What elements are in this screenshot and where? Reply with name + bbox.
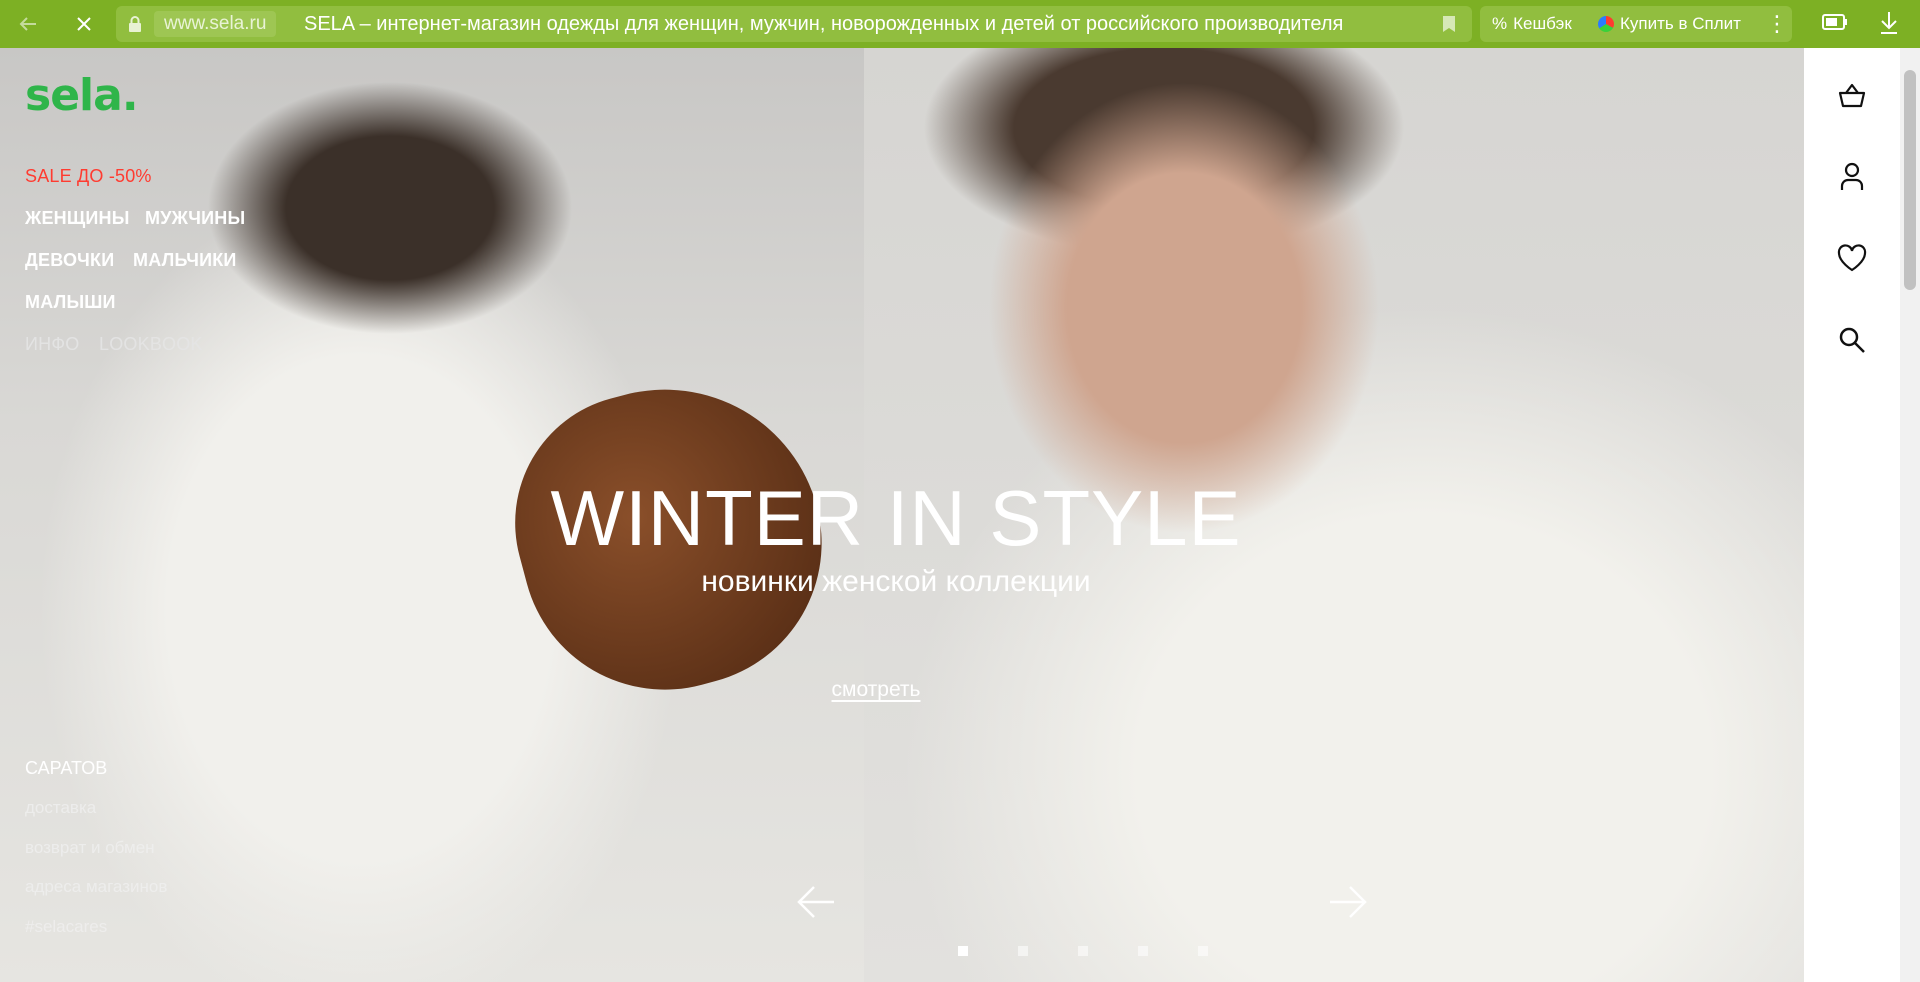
hero-subheadline: новинки женской коллекции	[701, 565, 1091, 598]
carousel-next-arrow-icon[interactable]	[1328, 884, 1368, 920]
stop-loading-button[interactable]	[66, 6, 102, 42]
city-selector[interactable]: САРАТОВ	[25, 758, 107, 779]
menu-item-lookbook[interactable]: LOOKBOOK	[99, 334, 203, 355]
carousel-dot-3[interactable]	[1078, 946, 1088, 956]
address-bar[interactable]: www.sela.ru SELA – интернет-магазин одеж…	[116, 6, 1472, 42]
link-delivery[interactable]: доставка	[25, 798, 96, 818]
download-icon[interactable]	[1878, 10, 1900, 36]
menu-item-boys[interactable]: МАЛЬЧИКИ	[133, 250, 237, 271]
link-stores[interactable]: адреса магазинов	[25, 877, 167, 897]
search-icon[interactable]	[1836, 324, 1868, 356]
browser-toolbar: www.sela.ru SELA – интернет-магазин одеж…	[0, 0, 1920, 48]
carousel-prev-arrow-icon[interactable]	[796, 884, 836, 920]
page-scrollbar[interactable]	[1900, 48, 1920, 982]
arrow-left-icon	[19, 17, 36, 31]
menu-item-sale[interactable]: SALE ДО -50%	[25, 166, 152, 187]
extensions-bar: % Кешбэк Купить в Сплит ⋮	[1480, 6, 1792, 42]
heart-icon[interactable]	[1836, 242, 1868, 274]
back-button[interactable]	[10, 6, 46, 42]
link-returns[interactable]: возврат и обмен	[25, 838, 155, 858]
menu-item-info[interactable]: ИНФО	[25, 334, 79, 355]
more-menu-button[interactable]: ⋮	[1766, 6, 1788, 42]
bookmark-icon[interactable]	[1442, 15, 1456, 33]
link-selacares[interactable]: #selacares	[25, 917, 107, 937]
split-button[interactable]: Купить в Сплит	[1598, 6, 1741, 42]
cashback-label: Кешбэк	[1513, 14, 1572, 33]
carousel-dot-2[interactable]	[1018, 946, 1028, 956]
right-toolbar	[1804, 48, 1900, 982]
menu-item-women[interactable]: ЖЕНЩИНЫ	[25, 208, 130, 229]
hero-banner: sela. SALE ДО -50% ЖЕНЩИНЫ МУЖЧИНЫ ДЕВОЧ…	[0, 48, 1804, 982]
cart-icon[interactable]	[1836, 80, 1868, 112]
carousel-dot-4[interactable]	[1138, 946, 1148, 956]
carousel-dot-5[interactable]	[1198, 946, 1208, 956]
user-icon[interactable]	[1836, 160, 1868, 192]
split-icon	[1598, 16, 1614, 32]
url-domain[interactable]: www.sela.ru	[154, 11, 277, 37]
percent-icon: %	[1492, 14, 1508, 33]
carousel-dot-1[interactable]	[958, 946, 968, 956]
page-title: SELA – интернет-магазин одежды для женщи…	[304, 13, 1344, 35]
logo-text: sela	[25, 70, 123, 121]
hero-headline: WINTER IN STYLE	[550, 474, 1242, 562]
close-icon	[77, 17, 91, 31]
scrollbar-thumb[interactable]	[1904, 70, 1916, 290]
menu-item-girls[interactable]: ДЕВОЧКИ	[25, 250, 114, 271]
site-logo[interactable]: sela.	[25, 70, 139, 121]
menu-item-babies[interactable]: МАЛЫШИ	[25, 292, 116, 313]
menu-item-men[interactable]: МУЖЧИНЫ	[145, 208, 245, 229]
cashback-button[interactable]: % Кешбэк	[1492, 6, 1572, 42]
lock-icon	[129, 16, 141, 32]
kebab-menu-icon: ⋮	[1766, 11, 1788, 36]
split-label: Купить в Сплит	[1620, 14, 1741, 33]
battery-icon	[1822, 14, 1847, 30]
logo-dot: .	[121, 70, 139, 121]
hero-view-link[interactable]: смотреть	[0, 678, 1752, 702]
